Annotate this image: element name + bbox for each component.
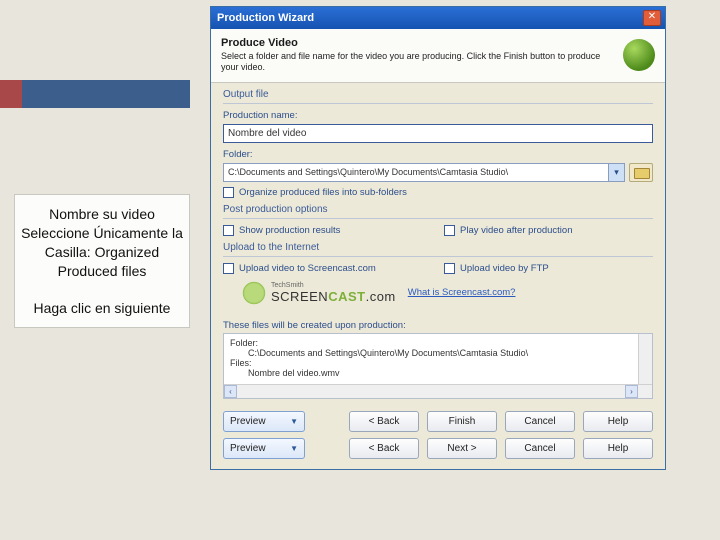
upload-ftp-checkbox[interactable]: [444, 263, 455, 274]
folder-select[interactable]: C:\Documents and Settings\Quintero\My Do…: [223, 163, 625, 182]
chevron-down-icon: ▼: [290, 444, 298, 453]
post-production-group-title: Post production options: [223, 204, 653, 215]
screencast-logo-icon: TechSmith SCREENCAST.com: [241, 280, 396, 306]
slide-accent-bar-red: [0, 80, 22, 108]
play-after-checkbox[interactable]: [444, 225, 455, 236]
instruction-text-1: Nombre su video Seleccione Únicamente la…: [21, 205, 183, 281]
camtasia-logo-icon: [623, 39, 655, 71]
upload-ftp-label: Upload video by FTP: [460, 263, 549, 274]
back-button[interactable]: < Back: [349, 411, 419, 432]
brand-post: CAST: [328, 289, 365, 304]
preview-button[interactable]: Preview ▼: [223, 411, 305, 432]
output-file-group-title: Output file: [223, 89, 653, 100]
folder-value: C:\Documents and Settings\Quintero\My Do…: [228, 167, 508, 177]
production-wizard-dialog: Production Wizard ✕ Produce Video Select…: [210, 6, 666, 470]
preview-button-label-2: Preview: [230, 443, 266, 454]
preview-box: Folder: C:\Documents and Settings\Quinte…: [223, 333, 653, 399]
preview-files-label: Files:: [230, 358, 646, 368]
back-button-2[interactable]: < Back: [349, 438, 419, 459]
folder-label: Folder:: [223, 149, 653, 160]
what-is-screencast-link[interactable]: What is Screencast.com?: [408, 287, 516, 298]
dialog-header: Produce Video Select a folder and file n…: [211, 29, 665, 83]
titlebar[interactable]: Production Wizard ✕: [211, 7, 665, 29]
preview-files-value: Nombre del video.wmv: [230, 368, 646, 378]
organize-files-checkbox[interactable]: [223, 187, 234, 198]
chevron-down-icon[interactable]: ▾: [608, 164, 624, 181]
next-button[interactable]: Next >: [427, 438, 497, 459]
brand-pre: SCREEN: [271, 289, 328, 304]
scrollbar-horizontal[interactable]: [224, 384, 652, 398]
slide-accent-bar: [0, 80, 190, 108]
organize-files-label: Organize produced files into sub-folders: [239, 187, 407, 198]
show-results-checkbox[interactable]: [223, 225, 234, 236]
brand-suffix: .com: [366, 289, 396, 304]
preview-button-2[interactable]: Preview ▼: [223, 438, 305, 459]
preview-folder-value: C:\Documents and Settings\Quintero\My Do…: [230, 348, 646, 358]
browse-folder-button[interactable]: [629, 163, 653, 182]
upload-group-title: Upload to the Internet: [223, 242, 653, 253]
finish-button[interactable]: Finish: [427, 411, 497, 432]
chevron-down-icon: ▼: [290, 417, 298, 426]
button-bar: Preview ▼ < Back Finish Cancel Help Prev…: [211, 399, 665, 469]
help-button-2[interactable]: Help: [583, 438, 653, 459]
upload-screencast-checkbox[interactable]: [223, 263, 234, 274]
upload-screencast-label: Upload video to Screencast.com: [239, 263, 376, 274]
production-name-label: Production name:: [223, 110, 653, 121]
scroll-right-icon[interactable]: ›: [625, 385, 638, 398]
instruction-card: Nombre su video Seleccione Únicamente la…: [14, 194, 190, 328]
production-name-input[interactable]: [223, 124, 653, 143]
header-subtitle: Select a folder and file name for the vi…: [221, 51, 617, 74]
help-button[interactable]: Help: [583, 411, 653, 432]
brand-small: TechSmith: [271, 282, 396, 289]
play-after-label: Play video after production: [460, 225, 572, 236]
instruction-text-2: Haga clic en siguiente: [21, 299, 183, 318]
preview-intro: These files will be created upon product…: [223, 320, 653, 331]
preview-folder-label: Folder:: [230, 338, 646, 348]
close-icon[interactable]: ✕: [643, 10, 661, 26]
cancel-button[interactable]: Cancel: [505, 411, 575, 432]
scroll-left-icon[interactable]: ‹: [224, 385, 237, 398]
preview-button-label: Preview: [230, 416, 266, 427]
window-title: Production Wizard: [215, 12, 643, 24]
header-title: Produce Video: [221, 37, 617, 49]
cancel-button-2[interactable]: Cancel: [505, 438, 575, 459]
show-results-label: Show production results: [239, 225, 340, 236]
